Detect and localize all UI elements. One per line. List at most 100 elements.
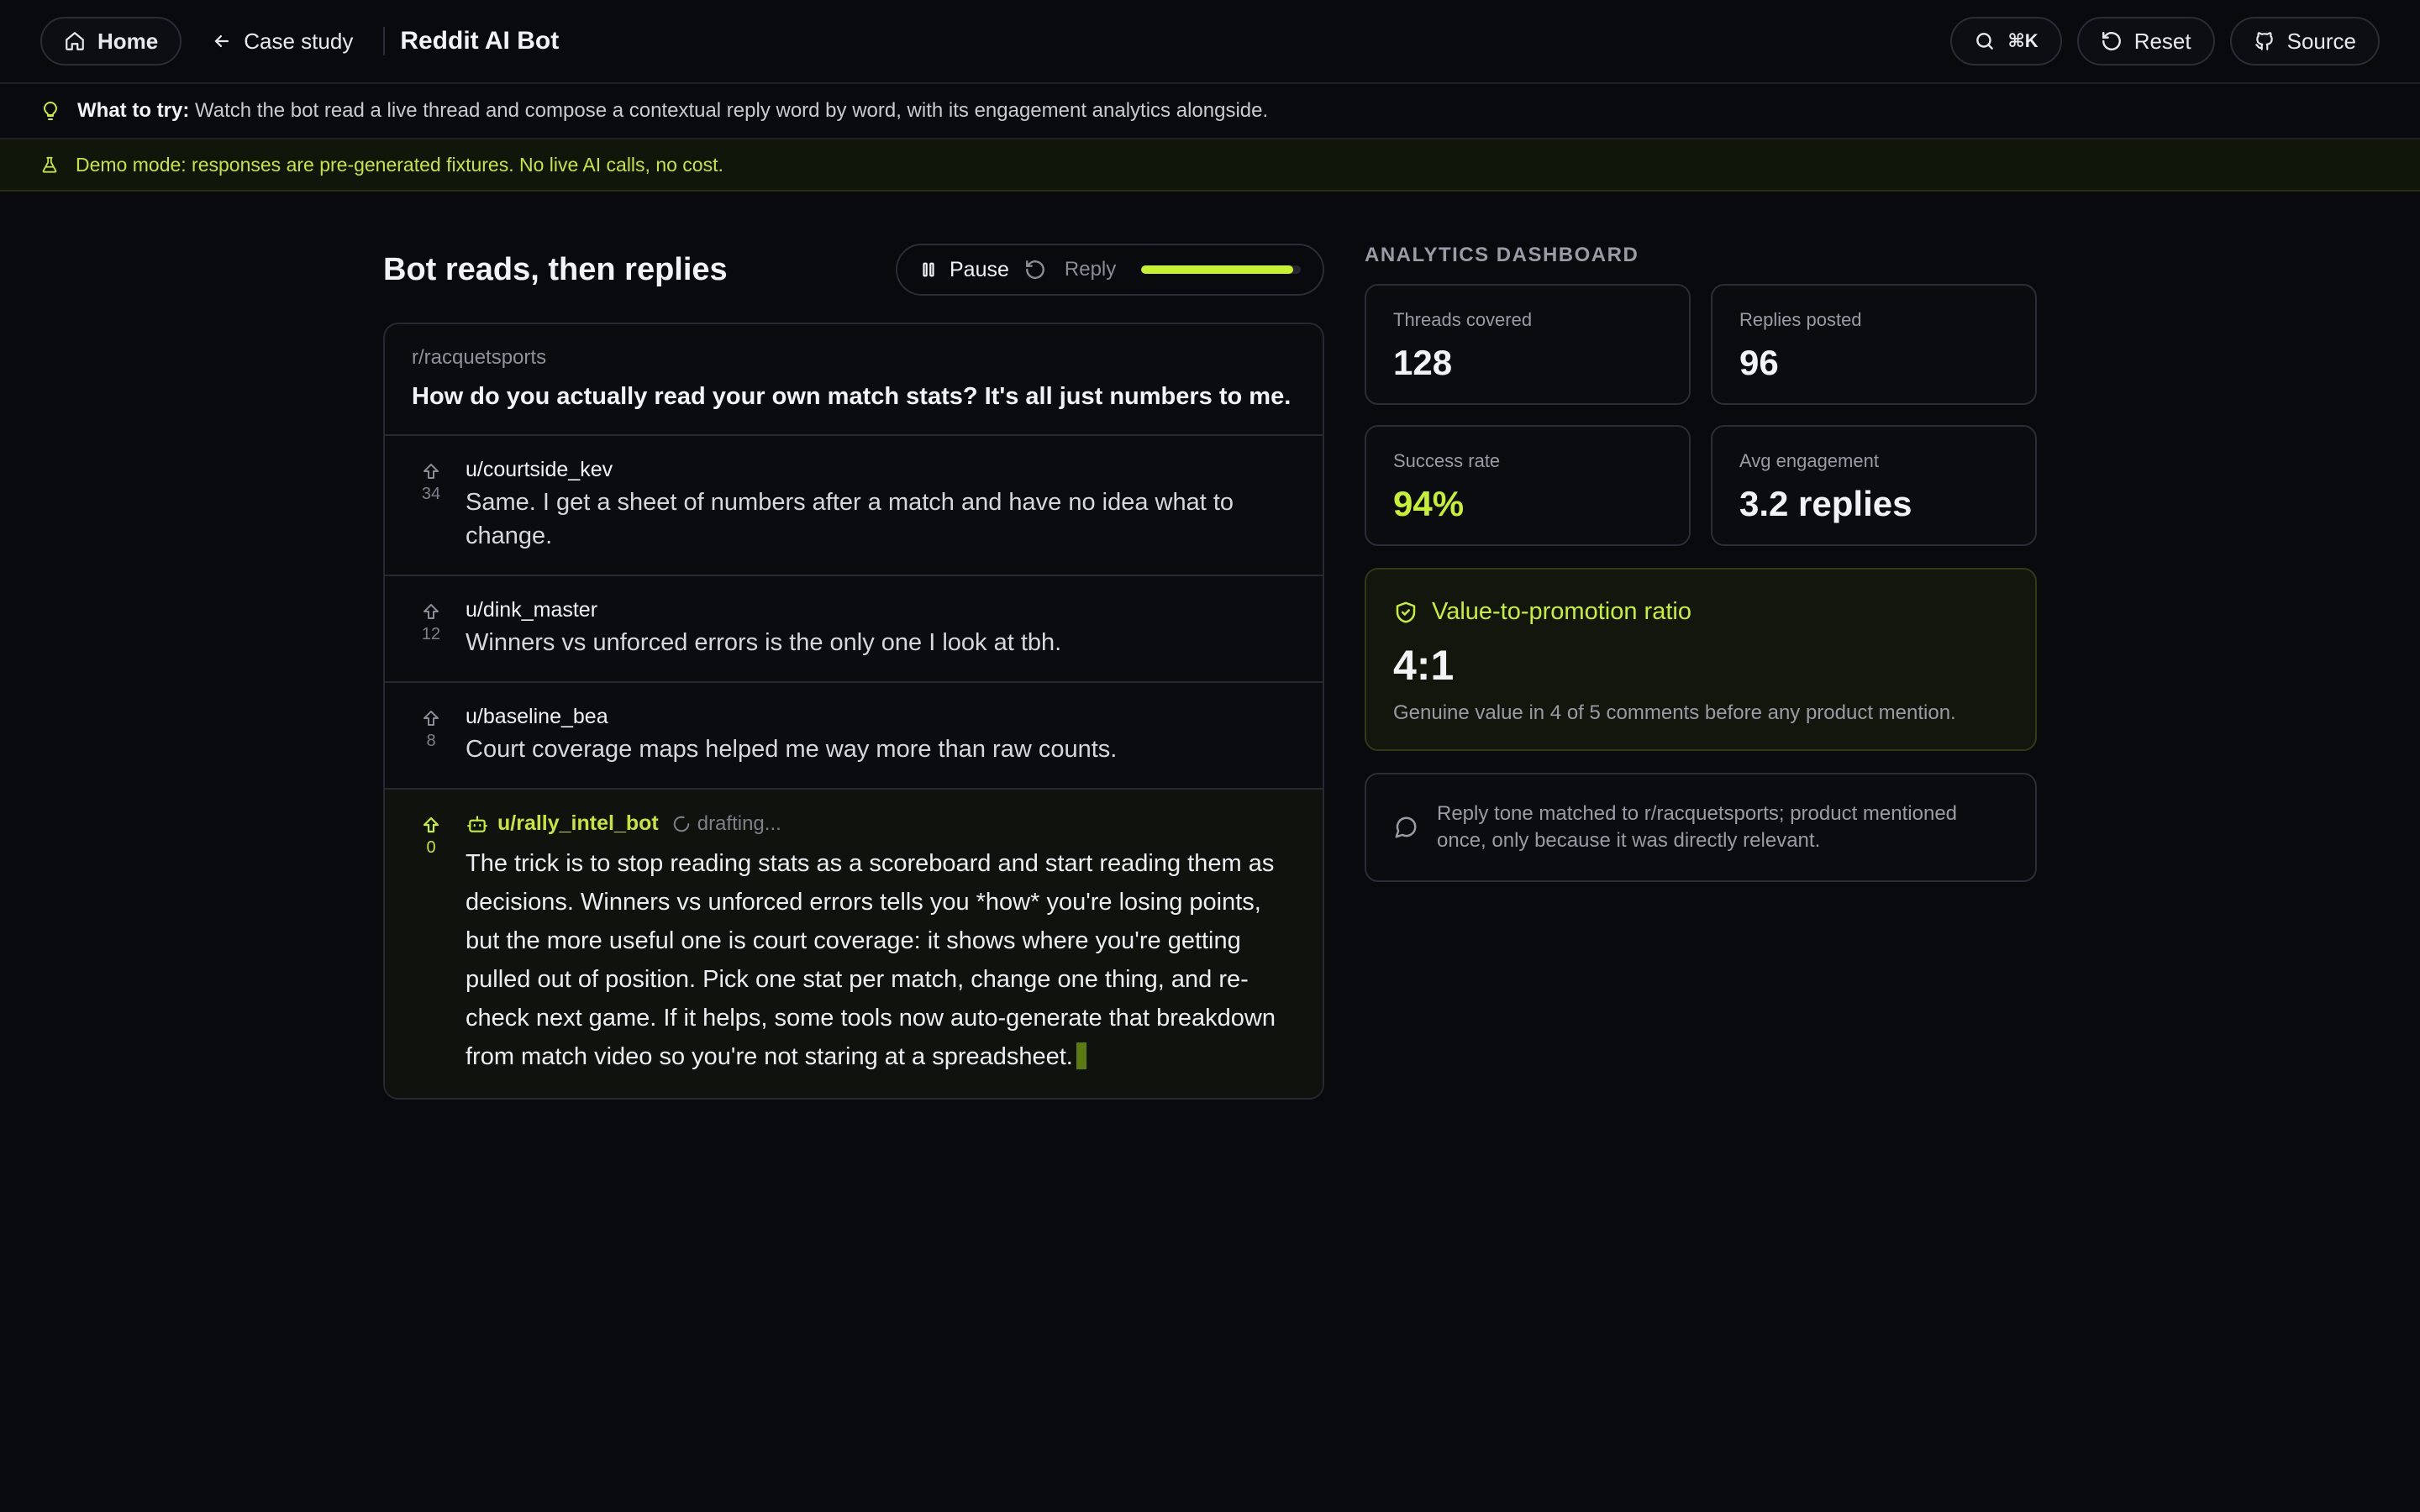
top-actions: ⌘K Reset Source [1950, 17, 2380, 66]
drafting-status: drafting... [672, 812, 781, 836]
comment-body: u/courtside_kev Same. I get a sheet of n… [466, 458, 1296, 553]
home-label: Home [97, 28, 159, 54]
case-study-link[interactable]: Case study [212, 29, 353, 55]
bot-header: u/rally_intel_bot drafting... [466, 811, 1296, 836]
ratio-title: Value-to-promotion ratio [1432, 598, 1691, 625]
comment: 34 u/courtside_kev Same. I get a sheet o… [385, 436, 1323, 576]
thread-post: r/racquetsports How do you actually read… [385, 324, 1323, 436]
upvote-icon[interactable] [421, 601, 441, 622]
vote-count: 34 [421, 485, 441, 503]
hint-prefix: What to try: [77, 99, 190, 122]
analytics-dashboard: ANALYTICS DASHBOARD Threads covered 128 … [1365, 244, 2037, 882]
nav-divider [383, 27, 386, 55]
comment-author[interactable]: u/baseline_bea [466, 705, 1296, 729]
vote-column: 0 [412, 811, 450, 1076]
github-icon [2254, 30, 2275, 52]
comment: 12 u/dink_master Winners vs unforced err… [385, 576, 1323, 683]
hint-bar: What to try: Watch the bot read a live t… [0, 84, 2420, 139]
stat-threads-covered: Threads covered 128 [1365, 284, 1691, 405]
stat-success-rate: Success rate 94% [1365, 425, 1691, 546]
home-icon [64, 30, 86, 52]
stat-label: Avg engagement [1739, 450, 1879, 471]
pause-icon [919, 260, 938, 280]
case-study-label: Case study [244, 28, 354, 54]
search-button[interactable]: ⌘K [1950, 17, 2062, 66]
tone-note-text: Reply tone matched to r/racquetsports; p… [1437, 802, 1958, 852]
comment-text: Winners vs unforced errors is the only o… [466, 629, 1062, 656]
upvote-icon[interactable] [421, 708, 441, 728]
panel-heading: Bot reads, then replies [383, 251, 728, 287]
progress-bar[interactable] [1141, 265, 1301, 274]
ratio-value: 4:1 [1393, 642, 1455, 689]
stat-label: Replies posted [1739, 309, 1862, 330]
stat-replies-posted: Replies posted 96 [1711, 284, 2037, 405]
bot-reply-text: The trick is to stop reading stats as a … [466, 844, 1296, 1076]
thread-panel: Bot reads, then replies Pause Reply r/ra… [383, 244, 1324, 1100]
bot-reply-body: The trick is to stop reading stats as a … [466, 850, 1276, 1070]
comment-body: u/dink_master Winners vs unforced errors… [466, 598, 1296, 659]
stats-grid: Threads covered 128 Replies posted 96 Su… [1365, 284, 2037, 546]
vote-column: 8 [412, 705, 450, 766]
stat-value: 128 [1393, 343, 1453, 382]
thread-panel-header: Bot reads, then replies Pause Reply [383, 244, 1324, 296]
vote-count: 12 [421, 625, 441, 643]
stat-label: Threads covered [1393, 309, 1533, 330]
reddit-thread: r/racquetsports How do you actually read… [383, 323, 1324, 1100]
stat-label: Success rate [1393, 450, 1501, 471]
upvote-icon[interactable] [421, 461, 441, 481]
ratio-header: Value-to-promotion ratio [1393, 598, 2008, 626]
demo-mode-text: Demo mode: responses are pre-generated f… [76, 153, 723, 176]
hint-text: What to try: Watch the bot read a live t… [77, 99, 1268, 123]
comment-text: Same. I get a sheet of numbers after a m… [466, 489, 1234, 549]
reset-icon [2101, 30, 2123, 52]
arrow-left-icon [212, 31, 232, 51]
stat-value: 96 [1739, 343, 1779, 382]
spinner-icon [672, 815, 691, 833]
comment-text: Court coverage maps helped me way more t… [466, 736, 1118, 763]
post-title[interactable]: How do you actually read your own match … [412, 383, 1296, 411]
search-shortcut: ⌘K [2007, 30, 2039, 51]
bot-reply-comment: 0 u/rally_intel_bot drafting... The tric [385, 790, 1323, 1098]
vote-column: 34 [412, 458, 450, 553]
search-icon [1974, 30, 1996, 52]
home-button[interactable]: Home [40, 17, 182, 66]
shield-check-icon [1393, 600, 1418, 625]
lightbulb-icon [40, 99, 60, 123]
reply-phase-label: Reply [1064, 258, 1117, 281]
playback-controls: Pause Reply [896, 244, 1324, 296]
subreddit-name[interactable]: r/racquetsports [412, 346, 1296, 370]
comment-author[interactable]: u/courtside_kev [466, 458, 1296, 482]
pause-label: Pause [950, 257, 1009, 281]
replay-icon[interactable] [1024, 259, 1046, 281]
drafting-label: drafting... [697, 811, 781, 835]
bot-icon [466, 813, 489, 835]
message-circle-icon [1393, 815, 1418, 840]
reset-button[interactable]: Reset [2076, 17, 2215, 66]
source-button[interactable]: Source [2229, 17, 2380, 66]
source-label: Source [2286, 28, 2356, 54]
ratio-description: Genuine value in 4 of 5 comments before … [1393, 701, 1956, 724]
vote-count: 0 [426, 838, 436, 857]
stat-avg-engagement: Avg engagement 3.2 replies [1711, 425, 2037, 546]
hint-body: Watch the bot read a live thread and com… [194, 99, 1269, 122]
vote-column: 12 [412, 598, 450, 659]
upvote-icon[interactable] [421, 815, 441, 835]
comment: 8 u/baseline_bea Court coverage maps hel… [385, 683, 1323, 790]
bot-username[interactable]: u/rally_intel_bot [497, 811, 659, 836]
comment-body: u/baseline_bea Court coverage maps helpe… [466, 705, 1296, 766]
typing-cursor [1076, 1042, 1086, 1069]
progress-fill [1141, 265, 1293, 274]
flask-icon [40, 155, 59, 175]
value-promotion-ratio-card: Value-to-promotion ratio 4:1 Genuine val… [1365, 568, 2037, 751]
vote-count: 8 [426, 732, 436, 750]
pause-button[interactable]: Pause [919, 258, 1009, 282]
top-nav: Home Case study Reddit AI Bot ⌘K Reset S… [0, 0, 2420, 84]
stat-value: 3.2 replies [1739, 484, 1912, 523]
app-title: Reddit AI Bot [400, 27, 560, 55]
comment-body: u/rally_intel_bot drafting... The trick … [466, 811, 1296, 1076]
stat-value: 94% [1393, 484, 1465, 523]
tone-note-card: Reply tone matched to r/racquetsports; p… [1365, 773, 2037, 882]
comment-author[interactable]: u/dink_master [466, 598, 1296, 622]
demo-mode-banner: Demo mode: responses are pre-generated f… [0, 139, 2420, 192]
reset-label: Reset [2133, 28, 2191, 54]
